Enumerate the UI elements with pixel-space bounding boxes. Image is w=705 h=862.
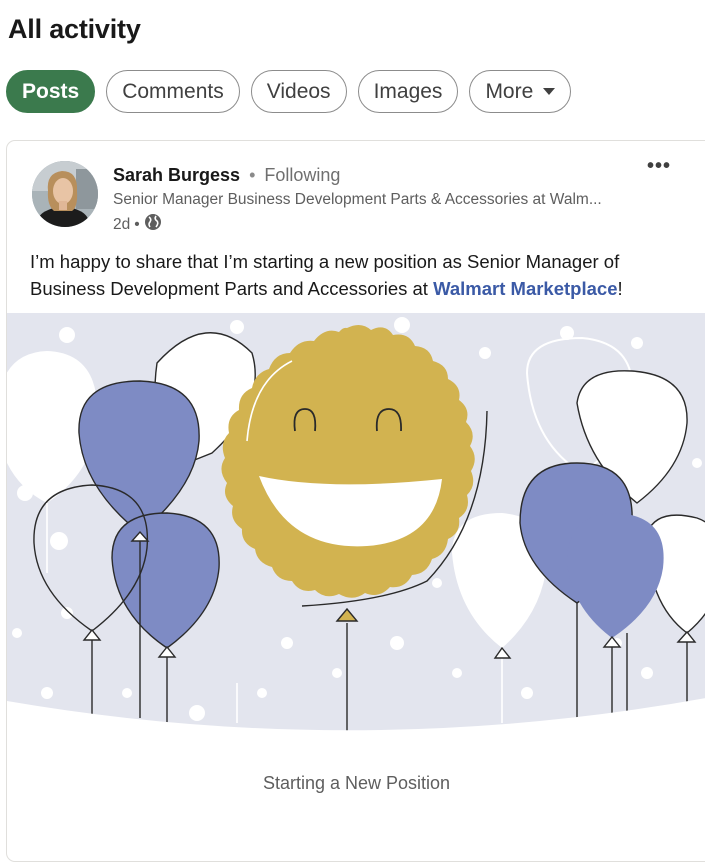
filter-comments-label: Comments	[122, 79, 224, 103]
filter-videos[interactable]: Videos	[250, 70, 347, 113]
author-line: Sarah Burgess • Following	[113, 165, 340, 186]
filter-posts[interactable]: Posts	[6, 70, 96, 113]
filter-posts-label: Posts	[22, 79, 80, 103]
filter-more-label: More	[485, 79, 534, 103]
post-text: I’m happy to share that I’m starting a n…	[30, 248, 680, 302]
caret-down-icon	[543, 88, 556, 95]
meta-separator: •	[134, 215, 140, 233]
separator-dot: •	[249, 165, 256, 185]
filter-comments[interactable]: Comments	[106, 70, 240, 113]
post-card: Sarah Burgess • Following Senior Manager…	[6, 140, 705, 862]
filter-images-label: Images	[373, 79, 443, 103]
author-headline: Senior Manager Business Development Part…	[113, 191, 602, 208]
page-title: All activity	[8, 14, 141, 44]
avatar[interactable]	[32, 161, 98, 227]
new-position-illustration[interactable]	[7, 313, 705, 733]
filter-pills: Posts Comments Videos Images More	[6, 70, 572, 115]
post-time: 2d	[113, 215, 131, 233]
post-meta: 2d •	[113, 213, 162, 236]
filter-images[interactable]: Images	[357, 70, 459, 113]
author-name[interactable]: Sarah Burgess	[113, 165, 240, 185]
post-text-end: !	[617, 278, 623, 299]
company-link[interactable]: Walmart Marketplace	[433, 278, 617, 299]
filter-more-dropdown[interactable]: More	[469, 70, 572, 113]
globe-icon	[144, 213, 162, 236]
follow-status: Following	[264, 165, 341, 185]
filter-videos-label: Videos	[266, 79, 331, 103]
more-options-icon[interactable]: •••	[647, 155, 671, 178]
post-caption: Starting a New Position	[262, 773, 451, 793]
